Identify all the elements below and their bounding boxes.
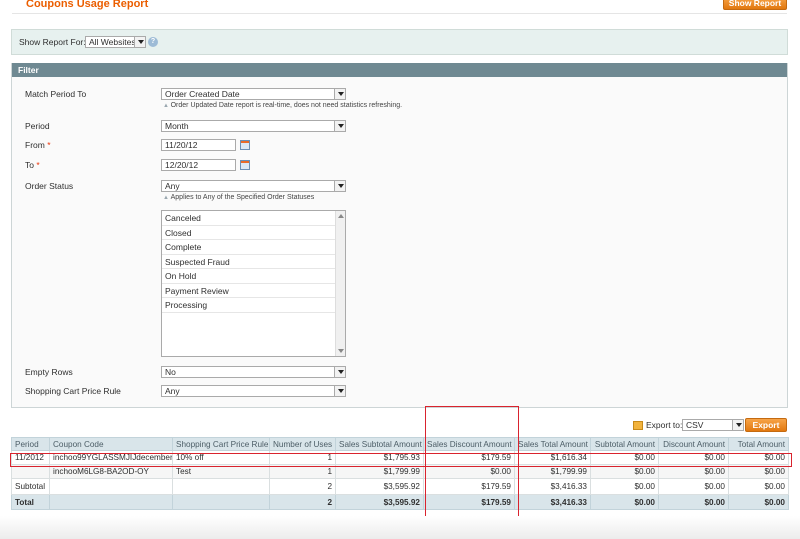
column-header-uses[interactable]: Number of Uses (269, 437, 336, 451)
cell-subtotal: $0.00 (590, 478, 659, 495)
cell-discount: $0.00 (658, 478, 729, 495)
cell-total-label: Total (11, 494, 50, 510)
chevron-down-icon (334, 121, 345, 131)
cart-rule-select[interactable]: Any (161, 385, 346, 397)
cell-empty (172, 478, 270, 495)
header-divider (12, 13, 787, 14)
period-value: Month (165, 121, 189, 131)
cell-total: $0.00 (728, 494, 789, 510)
total-row: Total 2 $3,595.92 $179.59 $3,416.33 $0.0… (11, 494, 789, 510)
cell-subtotal: $0.00 (590, 494, 659, 510)
status-option-payment-review[interactable]: Payment Review (162, 284, 335, 298)
order-status-label: Order Status (25, 181, 74, 191)
cell-total: $0.00 (728, 478, 789, 495)
cell-sales-total: $3,416.33 (514, 478, 591, 495)
cell-empty (49, 494, 173, 510)
status-option-processing[interactable]: Processing (162, 298, 335, 313)
chevron-down-icon (134, 37, 145, 47)
order-status-multiselect[interactable]: Canceled Closed Complete Suspected Fraud… (161, 210, 346, 357)
match-period-select[interactable]: Order Created Date (161, 88, 346, 100)
row-highlight (10, 453, 792, 467)
cell-discount: $0.00 (658, 494, 729, 510)
order-status-select[interactable]: Any (161, 180, 346, 192)
column-header-coupon-code[interactable]: Coupon Code (49, 437, 173, 451)
multiselect-scrollbar[interactable] (335, 211, 345, 356)
footer-fade (0, 516, 800, 539)
page-title: Coupons Usage Report (26, 0, 149, 10)
chevron-down-icon (334, 367, 345, 377)
column-header-total[interactable]: Total Amount (728, 437, 789, 451)
empty-rows-select[interactable]: No (161, 366, 346, 378)
from-label: From * (25, 140, 51, 150)
empty-rows-label: Empty Rows (25, 367, 73, 377)
empty-rows-value: No (165, 367, 176, 377)
export-format-value: CSV (686, 420, 704, 430)
column-header-sales-total[interactable]: Sales Total Amount (514, 437, 591, 451)
calendar-icon[interactable] (240, 160, 250, 170)
chevron-down-icon (334, 89, 345, 99)
filter-fieldset (11, 63, 788, 408)
calendar-icon[interactable] (240, 140, 250, 150)
export-label: Export to: (646, 420, 683, 430)
scroll-up-icon[interactable] (338, 214, 344, 218)
column-header-subtotal[interactable]: Subtotal Amount (590, 437, 659, 451)
status-option-closed[interactable]: Closed (162, 226, 335, 240)
filter-heading: Filter (12, 63, 787, 77)
order-status-note: Applies to Any of the Specified Order St… (163, 194, 315, 201)
report-grid: Period Coupon Code Shopping Cart Price R… (11, 437, 789, 510)
cell-uses: 2 (269, 494, 336, 510)
column-header-period[interactable]: Period (11, 437, 50, 451)
status-option-suspected-fraud[interactable]: Suspected Fraud (162, 255, 335, 269)
order-status-value: Any (165, 181, 180, 191)
match-period-value: Order Created Date (165, 89, 240, 99)
store-switcher-select[interactable]: All Websites (85, 36, 146, 48)
from-label-text: From (25, 140, 45, 150)
cart-rule-value: Any (165, 386, 180, 396)
subtotal-row: Subtotal 2 $3,595.92 $179.59 $3,416.33 $… (11, 478, 789, 495)
help-icon[interactable]: ? (148, 37, 158, 47)
match-period-note: Order Updated Date report is real-time, … (163, 102, 403, 109)
cell-subtotal-label: Subtotal (11, 478, 50, 495)
cart-rule-label: Shopping Cart Price Rule (25, 386, 121, 396)
status-option-complete[interactable]: Complete (162, 240, 335, 255)
export-button[interactable]: Export (745, 418, 787, 432)
cell-empty (49, 478, 173, 495)
store-switcher-value: All Websites (89, 37, 136, 47)
column-header-sales-subtotal[interactable]: Sales Subtotal Amount (335, 437, 424, 451)
cell-empty (172, 494, 270, 510)
grid-header-row: Period Coupon Code Shopping Cart Price R… (11, 437, 789, 451)
cell-sales-total: $3,416.33 (514, 494, 591, 510)
cell-uses: 2 (269, 478, 336, 495)
period-label: Period (25, 121, 50, 131)
to-date-input[interactable]: 12/20/12 (161, 159, 236, 171)
required-marker: * (47, 140, 51, 150)
column-header-cart-rule[interactable]: Shopping Cart Price Rule (172, 437, 270, 451)
column-header-discount[interactable]: Discount Amount (658, 437, 729, 451)
show-report-button[interactable]: Show Report (723, 0, 787, 10)
export-icon (633, 421, 643, 430)
status-option-on-hold[interactable]: On Hold (162, 269, 335, 284)
to-label: To * (25, 160, 40, 170)
chevron-down-icon (732, 420, 743, 430)
chevron-down-icon (334, 386, 345, 396)
cell-sales-subtotal: $3,595.92 (335, 478, 424, 495)
period-select[interactable]: Month (161, 120, 346, 132)
store-switcher-label: Show Report For: (19, 37, 86, 47)
export-format-select[interactable]: CSV (682, 419, 744, 431)
required-marker: * (36, 160, 40, 170)
status-option-canceled[interactable]: Canceled (162, 211, 335, 226)
match-period-label: Match Period To (25, 89, 87, 99)
cell-sales-subtotal: $3,595.92 (335, 494, 424, 510)
from-date-input[interactable]: 11/20/12 (161, 139, 236, 151)
chevron-down-icon (334, 181, 345, 191)
scroll-down-icon[interactable] (338, 349, 344, 353)
to-label-text: To (25, 160, 34, 170)
